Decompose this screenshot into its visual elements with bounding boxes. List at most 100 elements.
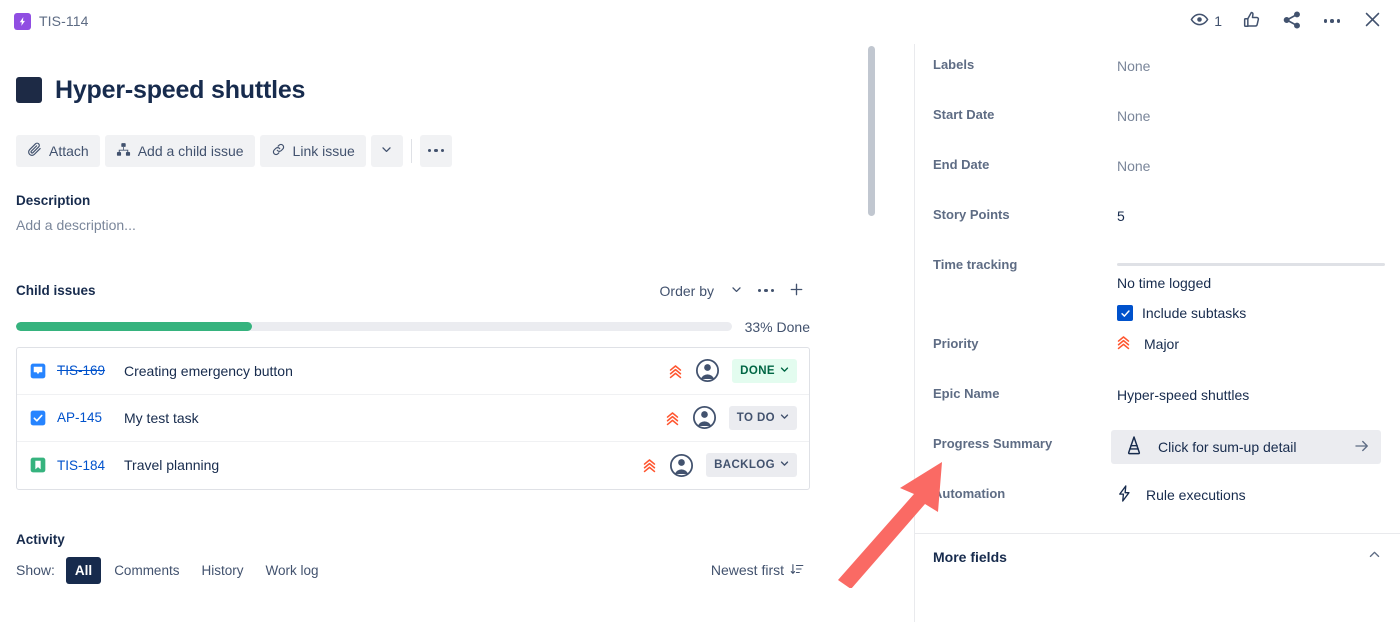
activity-sort-control[interactable]: Newest first: [705, 558, 810, 583]
child-issues-heading: Child issues: [16, 283, 96, 298]
chevron-down-icon: [730, 283, 743, 299]
field-row-epic-name: Epic Name Hyper-speed shuttles: [915, 371, 1400, 421]
link-icon: [271, 142, 286, 160]
status-badge-label: TO DO: [736, 411, 775, 424]
field-value-text: None: [1117, 58, 1151, 74]
top-bar: TIS-114 1: [0, 0, 1400, 42]
field-label: Start Date: [933, 107, 995, 122]
field-label: End Date: [933, 157, 990, 172]
child-issues-progress: 33% Done: [8, 319, 836, 335]
issue-more-actions-button[interactable]: [419, 134, 452, 167]
more-fields-section[interactable]: More fields: [915, 533, 1400, 579]
priority-major-icon: [667, 363, 683, 379]
status-badge[interactable]: DONE: [732, 358, 797, 383]
epic-icon: [14, 12, 31, 30]
share-button[interactable]: [1274, 3, 1310, 39]
eye-icon: [1190, 10, 1209, 32]
automation-value[interactable]: Rule executions: [1111, 471, 1382, 506]
add-child-issue-plus-button[interactable]: [782, 277, 810, 305]
paperclip-icon: [27, 142, 42, 160]
like-button[interactable]: [1234, 3, 1270, 39]
activity-tabs: All Comments History Work log: [65, 556, 328, 584]
activity-tab-all[interactable]: All: [65, 556, 102, 584]
description-input[interactable]: Add a description...: [8, 217, 836, 233]
field-value[interactable]: None: [1111, 92, 1382, 127]
child-issue-key[interactable]: TIS-184: [57, 458, 113, 473]
issue-key-breadcrumb[interactable]: TIS-114: [39, 13, 88, 29]
progress-summary-button[interactable]: Click for sum-up detail: [1111, 430, 1381, 464]
chevron-up-icon: [1367, 547, 1382, 567]
main-scrollbar-thumb[interactable]: [868, 46, 875, 216]
child-issue-row[interactable]: AP-145 My test task TO DO: [17, 395, 809, 442]
more-tools-dropdown-button[interactable]: [370, 134, 403, 167]
link-issue-label: Link issue: [292, 142, 355, 159]
field-value-text: None: [1117, 158, 1151, 174]
automation-label: Automation: [933, 486, 1006, 501]
child-issues-controls: Order by: [654, 277, 810, 305]
field-value[interactable]: None: [1111, 42, 1382, 77]
priority-value[interactable]: Major: [1111, 321, 1382, 355]
activity-tab-history[interactable]: History: [192, 557, 252, 584]
issue-details-panel: Labels None Start Date None End Date None Stor…: [915, 42, 1400, 622]
activity-filter-row: Show: All Comments History Work log Newest …: [8, 556, 836, 584]
breadcrumb[interactable]: TIS-114: [0, 12, 88, 30]
priority-major-icon: [641, 457, 657, 473]
issue-type-swatch-icon: [16, 76, 42, 103]
time-tracking-value[interactable]: No time logged Include subtasks: [1111, 242, 1385, 321]
chevron-down-icon: [779, 364, 790, 378]
child-issue-row[interactable]: TIS-169 Creating emergency button DONE: [17, 348, 809, 395]
status-badge[interactable]: BACKLOG: [706, 453, 797, 477]
order-by-label[interactable]: Order by: [654, 279, 720, 303]
priority-major-icon: [664, 410, 680, 426]
include-subtasks-checkbox[interactable]: Include subtasks: [1111, 305, 1385, 321]
add-child-issue-button[interactable]: Add a child issue: [104, 134, 255, 167]
link-issue-button[interactable]: Link issue: [259, 134, 366, 167]
order-by-dropdown-button[interactable]: [722, 277, 750, 305]
jira-issue-detail-page: TIS-114 1 Hyper-speed shuttles Attach Ad…: [0, 0, 1400, 622]
story-icon: [30, 457, 46, 473]
thumbs-up-icon: [1242, 10, 1262, 33]
activity-tab-work-log[interactable]: Work log: [256, 557, 327, 584]
avatar-icon[interactable]: [669, 453, 694, 478]
more-horizontal-icon: [757, 288, 775, 293]
activity-tab-comments[interactable]: Comments: [105, 557, 188, 584]
close-icon: [1362, 9, 1383, 33]
avatar-icon[interactable]: [695, 358, 720, 383]
field-row-story-points: Story Points 5: [915, 192, 1400, 242]
progress-summary-text: Click for sum-up detail: [1158, 439, 1297, 455]
status-badge[interactable]: TO DO: [728, 405, 797, 430]
close-button[interactable]: [1354, 3, 1390, 39]
watch-button[interactable]: 1: [1184, 3, 1230, 39]
child-issue-key[interactable]: AP-145: [57, 410, 113, 425]
arrow-right-icon: [1353, 437, 1371, 458]
child-issue-icon: [116, 142, 131, 160]
time-tracking-bar: [1117, 263, 1385, 266]
lightning-bolt-icon: [1115, 484, 1134, 506]
field-value-text: None: [1117, 108, 1151, 124]
field-row-priority: Priority Major: [915, 321, 1400, 371]
attach-button[interactable]: Attach: [16, 134, 100, 167]
detail-fields-list: Labels None Start Date None End Date None Stor…: [915, 42, 1400, 242]
epic-name-value[interactable]: Hyper-speed shuttles: [1111, 371, 1382, 406]
field-value[interactable]: 5: [1111, 192, 1382, 227]
child-issue-row[interactable]: TIS-184 Travel planning BACKLOG: [17, 442, 809, 489]
priority-label: Priority: [933, 336, 979, 351]
more-fields-label: More fields: [933, 548, 1007, 565]
progress-bar-track: [16, 322, 732, 331]
child-issue-key[interactable]: TIS-169: [57, 363, 113, 378]
more-actions-button[interactable]: [1314, 3, 1350, 39]
top-bar-actions: 1: [1184, 3, 1400, 39]
field-label: Labels: [933, 57, 975, 72]
chevron-down-icon: [380, 143, 393, 159]
field-value[interactable]: None: [1111, 142, 1382, 177]
time-tracking-label: Time tracking: [933, 257, 1018, 272]
child-issues-list: TIS-169 Creating emergency button DONE AP-1…: [16, 346, 810, 490]
sort-descending-icon: [790, 562, 804, 579]
field-row-labels: Labels None: [915, 42, 1400, 92]
status-badge-label: DONE: [740, 364, 775, 377]
child-issue-summary: Travel planning: [124, 457, 220, 473]
avatar-icon[interactable]: [692, 405, 717, 430]
checkmark-icon: [1117, 305, 1133, 321]
child-issues-more-button[interactable]: [752, 277, 780, 305]
more-horizontal-icon: [1323, 19, 1341, 23]
